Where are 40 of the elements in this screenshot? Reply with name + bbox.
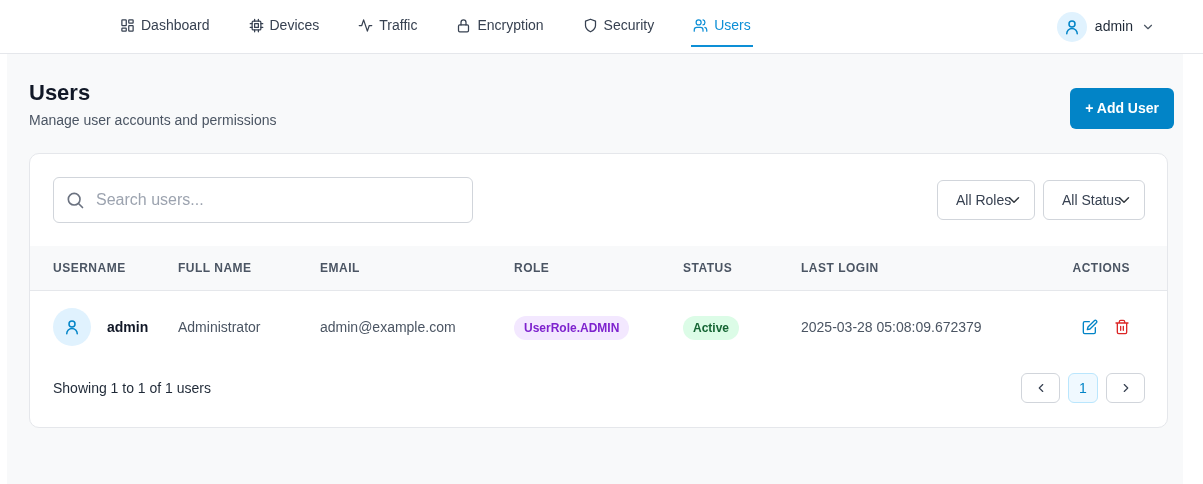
results-summary: Showing 1 to 1 of 1 users — [53, 378, 211, 398]
page-subtitle: Manage user accounts and permissions — [29, 111, 277, 131]
column-header: EMAIL — [320, 260, 361, 278]
filter-select[interactable]: All Status — [1043, 180, 1145, 221]
column-header: ACTIONS — [1071, 260, 1131, 278]
grid-icon — [120, 18, 135, 33]
table-cell-text: admin — [107, 317, 149, 337]
filter-select[interactable]: All Roles — [937, 180, 1035, 221]
table-cell: 2025-03-28 05:08:09.672379 — [801, 318, 982, 335]
role-badge: UserRole.ADMIN — [514, 315, 630, 340]
person-icon — [63, 318, 81, 337]
edit-button[interactable] — [1082, 319, 1098, 336]
status-badge: Active — [683, 315, 740, 340]
shield-icon — [582, 18, 598, 33]
users-icon — [693, 18, 709, 33]
column-header: USERNAME — [52, 260, 127, 278]
trash-icon — [1114, 319, 1130, 336]
nav-tab[interactable]: Devices — [246, 0, 322, 54]
table-cell: Administrator — [178, 318, 261, 335]
search-field[interactable]: Search users... — [53, 177, 473, 224]
nav-tab[interactable]: Traffic — [356, 0, 420, 54]
nav-tab[interactable]: Dashboard — [118, 0, 212, 54]
nav-tab[interactable]: Encryption — [454, 0, 546, 54]
column-header: LAST LOGIN — [801, 260, 880, 278]
page-button[interactable]: 1 — [1068, 373, 1098, 404]
column-header: STATUS — [683, 260, 734, 278]
delete-button[interactable] — [1114, 319, 1130, 336]
nav-tab[interactable]: Users — [691, 6, 753, 47]
user-menu-name[interactable]: admin — [1094, 16, 1133, 37]
lock-icon — [456, 18, 472, 33]
search-icon — [65, 190, 85, 211]
add-user-button[interactable]: + Add User — [1070, 88, 1174, 129]
pulse-icon — [358, 18, 374, 33]
column-header: FULL NAME — [178, 260, 253, 278]
page-title: Users — [29, 80, 92, 107]
chip-icon — [248, 18, 264, 33]
edit-icon — [1082, 319, 1098, 336]
nav-tab[interactable]: Security — [580, 0, 657, 54]
column-header: ROLE — [514, 260, 551, 278]
table-cell: admin@example.com — [320, 318, 456, 335]
